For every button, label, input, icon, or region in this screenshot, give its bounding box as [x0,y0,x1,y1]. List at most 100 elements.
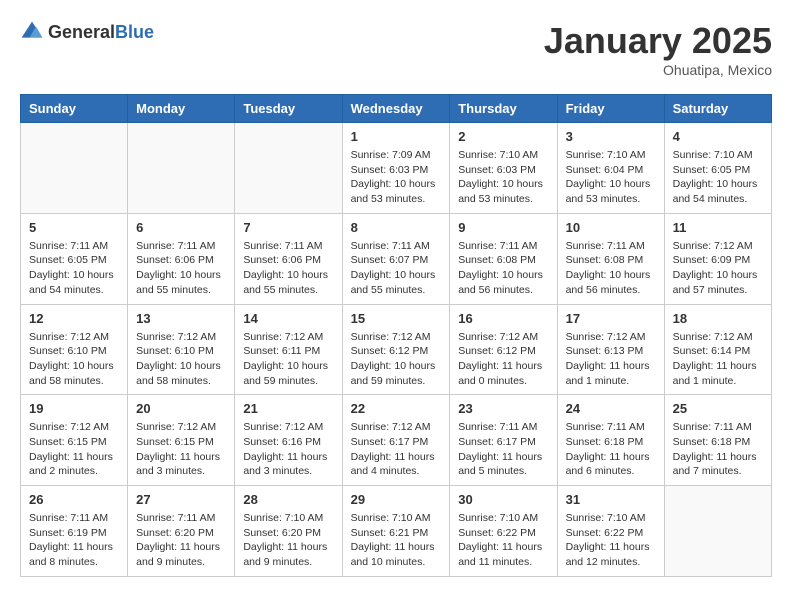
calendar-cell: 11 Sunrise: 7:12 AM Sunset: 6:09 PM Dayli… [664,213,771,304]
calendar-table: SundayMondayTuesdayWednesdayThursdayFrid… [20,94,772,577]
calendar-cell: 20 Sunrise: 7:12 AM Sunset: 6:15 PM Dayli… [128,395,235,486]
day-number: 19 [29,401,119,416]
day-info: Sunrise: 7:09 AM Sunset: 6:03 PM Dayligh… [351,148,442,207]
calendar-cell: 31 Sunrise: 7:10 AM Sunset: 6:22 PM Dayli… [557,486,664,577]
calendar-cell: 22Sunrise: 7:12 AM Sunset: 6:17 PM Dayli… [342,395,450,486]
calendar-cell [664,486,771,577]
day-header-sunday: Sunday [21,95,128,123]
day-header-thursday: Thursday [450,95,557,123]
day-info: Sunrise: 7:11 AM Sunset: 6:19 PM Dayligh… [29,511,119,570]
day-number: 6 [136,220,226,235]
calendar-cell [235,123,342,214]
day-info: Sunrise: 7:10 AM Sunset: 6:04 PM Dayligh… [566,148,656,207]
calendar-cell [128,123,235,214]
day-info: Sunrise: 7:12 AM Sunset: 6:15 PM Dayligh… [29,420,119,479]
day-number: 21 [243,401,333,416]
day-number: 17 [566,311,656,326]
day-info: Sunrise: 7:10 AM Sunset: 6:21 PM Dayligh… [351,511,442,570]
day-info: Sunrise: 7:12 AM Sunset: 6:13 PM Dayligh… [566,330,656,389]
day-number: 8 [351,220,442,235]
day-header-monday: Monday [128,95,235,123]
day-info: Sunrise: 7:12 AM Sunset: 6:12 PM Dayligh… [351,330,442,389]
day-info: Sunrise: 7:11 AM Sunset: 6:18 PM Dayligh… [673,420,763,479]
calendar-cell: 3 Sunrise: 7:10 AM Sunset: 6:04 PM Daylig… [557,123,664,214]
calendar-cell: 12Sunrise: 7:12 AM Sunset: 6:10 PM Dayli… [21,304,128,395]
day-number: 26 [29,492,119,507]
calendar-cell: 8 Sunrise: 7:11 AM Sunset: 6:07 PM Daylig… [342,213,450,304]
day-number: 9 [458,220,548,235]
week-row-1: 1 Sunrise: 7:09 AM Sunset: 6:03 PM Daylig… [21,123,772,214]
day-number: 20 [136,401,226,416]
day-number: 11 [673,220,763,235]
calendar-cell: 28 Sunrise: 7:10 AM Sunset: 6:20 PM Dayli… [235,486,342,577]
day-info: Sunrise: 7:10 AM Sunset: 6:20 PM Dayligh… [243,511,333,570]
day-info: Sunrise: 7:12 AM Sunset: 6:14 PM Dayligh… [673,330,763,389]
calendar-cell: 29 Sunrise: 7:10 AM Sunset: 6:21 PM Dayli… [342,486,450,577]
calendar-cell: 21 Sunrise: 7:12 AM Sunset: 6:16 PM Dayli… [235,395,342,486]
day-header-saturday: Saturday [664,95,771,123]
day-number: 23 [458,401,548,416]
day-info: Sunrise: 7:11 AM Sunset: 6:06 PM Dayligh… [243,239,333,298]
calendar-cell: 5Sunrise: 7:11 AM Sunset: 6:05 PM Daylig… [21,213,128,304]
day-info: Sunrise: 7:12 AM Sunset: 6:11 PM Dayligh… [243,330,333,389]
day-info: Sunrise: 7:12 AM Sunset: 6:17 PM Dayligh… [351,420,442,479]
calendar-cell: 1 Sunrise: 7:09 AM Sunset: 6:03 PM Daylig… [342,123,450,214]
day-headers-row: SundayMondayTuesdayWednesdayThursdayFrid… [21,95,772,123]
week-row-4: 19 Sunrise: 7:12 AM Sunset: 6:15 PM Dayli… [21,395,772,486]
calendar-cell: 2 Sunrise: 7:10 AM Sunset: 6:03 PM Daylig… [450,123,557,214]
calendar-cell: 23Sunrise: 7:11 AM Sunset: 6:17 PM Dayli… [450,395,557,486]
day-number: 7 [243,220,333,235]
calendar-cell [21,123,128,214]
day-info: Sunrise: 7:12 AM Sunset: 6:10 PM Dayligh… [136,330,226,389]
day-info: Sunrise: 7:10 AM Sunset: 6:05 PM Dayligh… [673,148,763,207]
calendar-cell: 24 Sunrise: 7:11 AM Sunset: 6:18 PM Dayli… [557,395,664,486]
calendar-cell: 18Sunrise: 7:12 AM Sunset: 6:14 PM Dayli… [664,304,771,395]
day-info: Sunrise: 7:12 AM Sunset: 6:15 PM Dayligh… [136,420,226,479]
calendar-cell: 26 Sunrise: 7:11 AM Sunset: 6:19 PM Dayli… [21,486,128,577]
day-info: Sunrise: 7:12 AM Sunset: 6:09 PM Dayligh… [673,239,763,298]
calendar-cell: 25 Sunrise: 7:11 AM Sunset: 6:18 PM Dayli… [664,395,771,486]
calendar-cell: 17 Sunrise: 7:12 AM Sunset: 6:13 PM Dayli… [557,304,664,395]
day-number: 27 [136,492,226,507]
page-header: GeneralBlue January 2025 Ohuatipa, Mexic… [20,20,772,78]
day-number: 14 [243,311,333,326]
day-info: Sunrise: 7:11 AM Sunset: 6:08 PM Dayligh… [566,239,656,298]
day-number: 3 [566,129,656,144]
logo-text-general: General [48,22,115,42]
day-header-friday: Friday [557,95,664,123]
day-number: 29 [351,492,442,507]
day-info: Sunrise: 7:12 AM Sunset: 6:10 PM Dayligh… [29,330,119,389]
day-number: 1 [351,129,442,144]
location: Ohuatipa, Mexico [544,62,772,78]
day-info: Sunrise: 7:11 AM Sunset: 6:07 PM Dayligh… [351,239,442,298]
calendar-cell: 9 Sunrise: 7:11 AM Sunset: 6:08 PM Daylig… [450,213,557,304]
day-number: 13 [136,311,226,326]
day-info: Sunrise: 7:11 AM Sunset: 6:08 PM Dayligh… [458,239,548,298]
day-number: 24 [566,401,656,416]
day-info: Sunrise: 7:12 AM Sunset: 6:16 PM Dayligh… [243,420,333,479]
calendar-cell: 4 Sunrise: 7:10 AM Sunset: 6:05 PM Daylig… [664,123,771,214]
day-number: 4 [673,129,763,144]
day-number: 16 [458,311,548,326]
calendar-cell: 15 Sunrise: 7:12 AM Sunset: 6:12 PM Dayli… [342,304,450,395]
day-number: 25 [673,401,763,416]
day-info: Sunrise: 7:10 AM Sunset: 6:03 PM Dayligh… [458,148,548,207]
logo: GeneralBlue [20,20,154,44]
month-title: January 2025 [544,20,772,62]
calendar-cell: 27Sunrise: 7:11 AM Sunset: 6:20 PM Dayli… [128,486,235,577]
day-header-wednesday: Wednesday [342,95,450,123]
logo-icon [20,20,44,44]
day-number: 2 [458,129,548,144]
calendar-cell: 13 Sunrise: 7:12 AM Sunset: 6:10 PM Dayli… [128,304,235,395]
calendar-cell: 19 Sunrise: 7:12 AM Sunset: 6:15 PM Dayli… [21,395,128,486]
day-info: Sunrise: 7:11 AM Sunset: 6:18 PM Dayligh… [566,420,656,479]
day-info: Sunrise: 7:10 AM Sunset: 6:22 PM Dayligh… [458,511,548,570]
week-row-5: 26 Sunrise: 7:11 AM Sunset: 6:19 PM Dayli… [21,486,772,577]
day-number: 28 [243,492,333,507]
day-info: Sunrise: 7:10 AM Sunset: 6:22 PM Dayligh… [566,511,656,570]
day-number: 31 [566,492,656,507]
calendar-cell: 7 Sunrise: 7:11 AM Sunset: 6:06 PM Daylig… [235,213,342,304]
calendar-cell: 16Sunrise: 7:12 AM Sunset: 6:12 PM Dayli… [450,304,557,395]
calendar-cell: 30Sunrise: 7:10 AM Sunset: 6:22 PM Dayli… [450,486,557,577]
day-number: 15 [351,311,442,326]
